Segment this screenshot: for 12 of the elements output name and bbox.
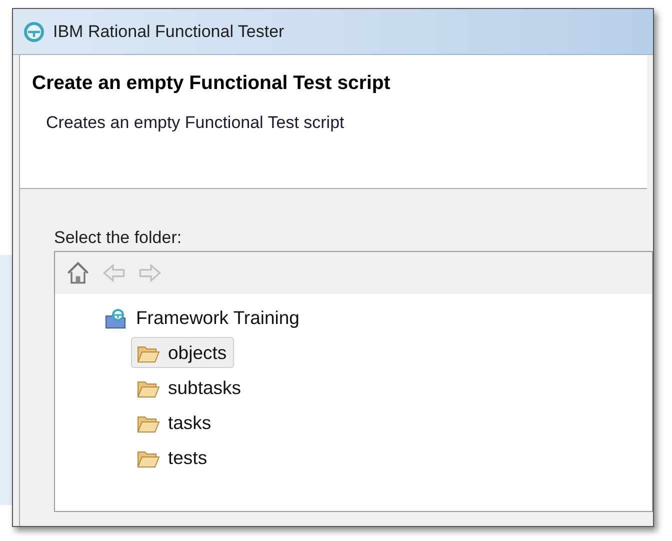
app-icon <box>23 20 45 42</box>
folder-label: Select the folder: <box>54 228 182 247</box>
page-title: Create an empty Functional Test script <box>32 71 392 96</box>
tree-item[interactable]: objects <box>131 336 234 368</box>
project-icon <box>104 306 128 328</box>
tree-item[interactable]: tasks <box>131 406 218 438</box>
tree-item[interactable]: Framework Training <box>99 302 306 334</box>
tree-item[interactable]: subtasks <box>131 372 248 404</box>
home-icon[interactable] <box>65 260 91 286</box>
page-description: Creates an empty Functional Test script <box>45 112 346 134</box>
tree-item[interactable]: tests <box>131 442 214 474</box>
window-title: IBM Rational Functional Tester <box>53 20 284 43</box>
